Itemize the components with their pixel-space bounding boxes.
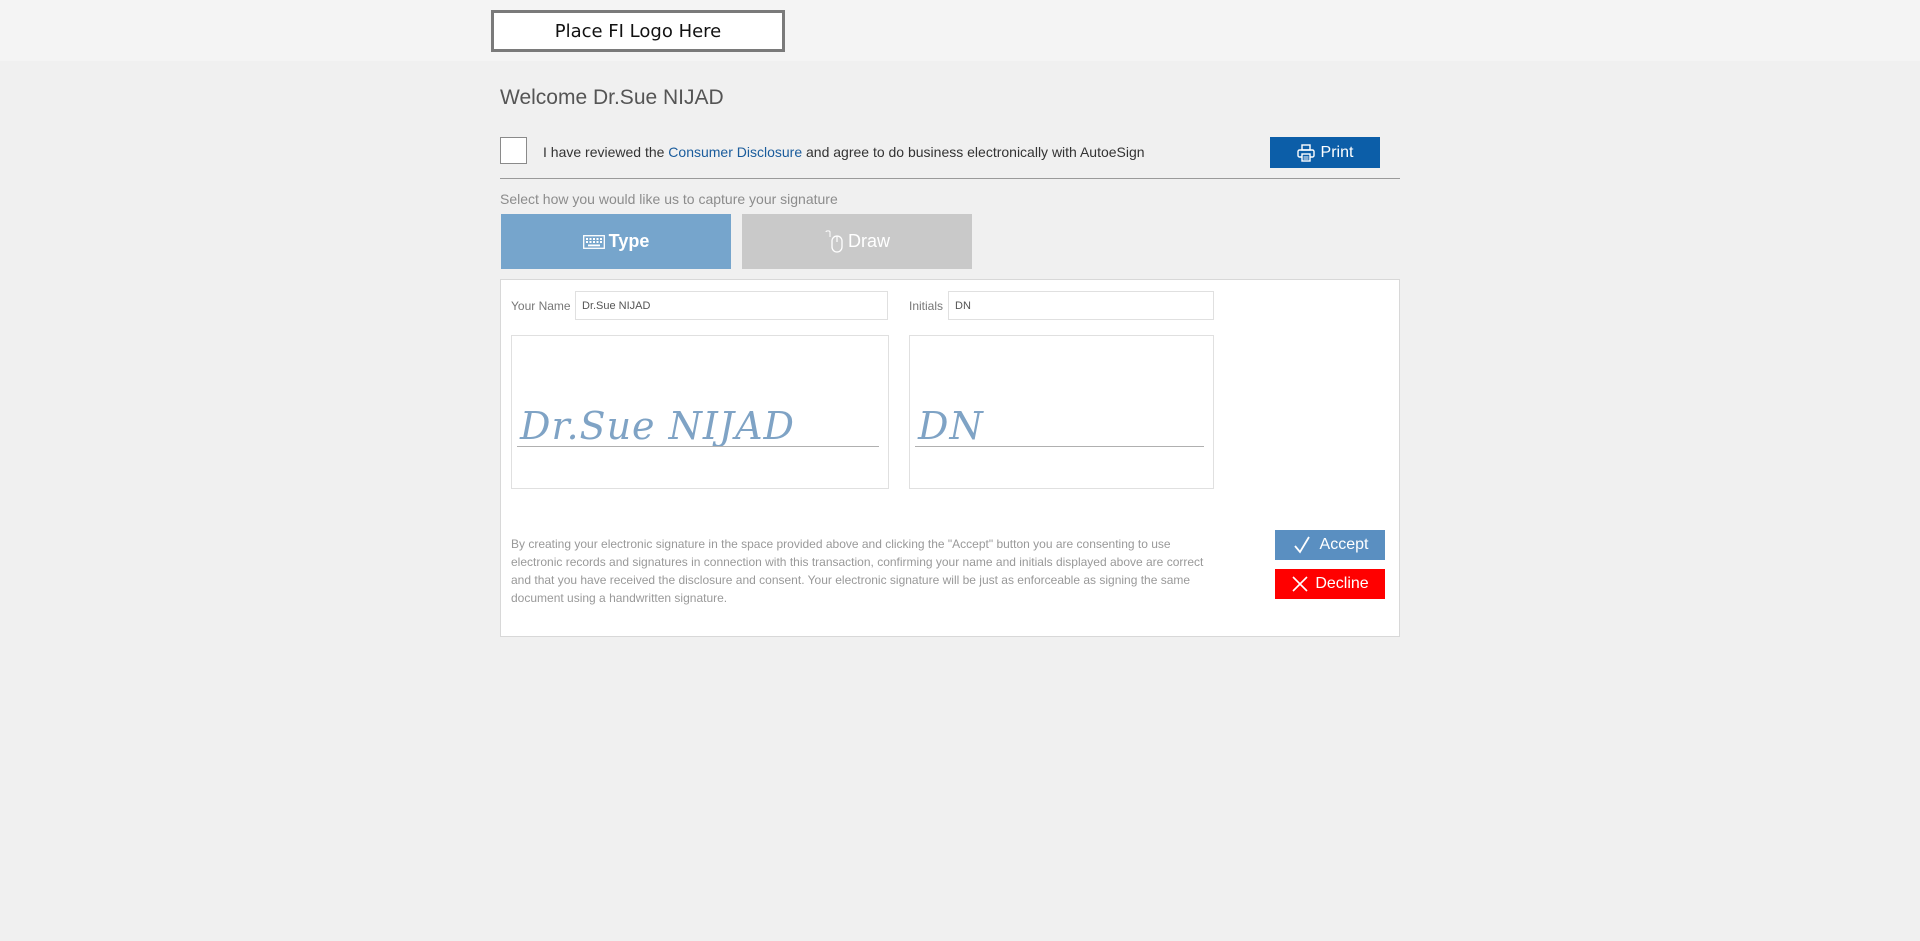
signature-panel: Your Name Initials Dr.Sue NIJAD DN By cr… xyxy=(500,279,1400,637)
section-divider xyxy=(500,178,1400,179)
initials-input[interactable] xyxy=(948,291,1214,320)
tab-type-label: Type xyxy=(608,231,650,251)
print-button-label: Print xyxy=(1320,143,1354,161)
agreement-text: I have reviewed the Consumer Disclosure … xyxy=(543,144,1145,160)
printer-icon xyxy=(1296,143,1315,162)
welcome-heading: Welcome Dr.Sue NIJAD xyxy=(500,86,724,109)
checkmark-icon xyxy=(1292,535,1312,555)
initials-baseline xyxy=(915,446,1204,447)
decline-button[interactable]: Decline xyxy=(1275,569,1385,599)
accept-button[interactable]: Accept xyxy=(1275,530,1385,560)
initials-preview-box: DN xyxy=(909,335,1214,489)
keyboard-icon xyxy=(582,234,605,249)
initials-label: Initials xyxy=(909,299,944,313)
agreement-text-after: and agree to do business electronically … xyxy=(802,144,1145,160)
signature-preview-text: Dr.Sue NIJAD xyxy=(520,404,796,448)
tab-draw-label: Draw xyxy=(847,231,890,251)
initials-preview-text: DN xyxy=(918,404,984,448)
tab-type[interactable]: Type xyxy=(501,214,731,269)
signature-preview-box: Dr.Sue NIJAD xyxy=(511,335,889,489)
accept-button-label: Accept xyxy=(1319,536,1369,553)
top-header-bar: Place FI Logo Here xyxy=(0,0,1920,61)
close-icon xyxy=(1291,575,1309,593)
your-name-label: Your Name xyxy=(511,299,571,313)
your-name-input[interactable] xyxy=(575,291,888,320)
print-button[interactable]: Print xyxy=(1270,137,1380,168)
decline-button-label: Decline xyxy=(1315,575,1369,592)
agree-checkbox[interactable] xyxy=(500,137,527,164)
mouse-icon xyxy=(824,229,844,254)
logo-placeholder: Place FI Logo Here xyxy=(491,10,785,52)
capture-method-label: Select how you would like us to capture … xyxy=(500,191,838,207)
tab-draw[interactable]: Draw xyxy=(742,214,972,269)
agreement-text-before: I have reviewed the xyxy=(543,144,669,160)
consumer-disclosure-link[interactable]: Consumer Disclosure xyxy=(668,144,802,160)
consent-disclaimer: By creating your electronic signature in… xyxy=(511,537,1204,605)
agreement-row: I have reviewed the Consumer Disclosure … xyxy=(500,136,1400,166)
signature-baseline xyxy=(517,446,879,447)
